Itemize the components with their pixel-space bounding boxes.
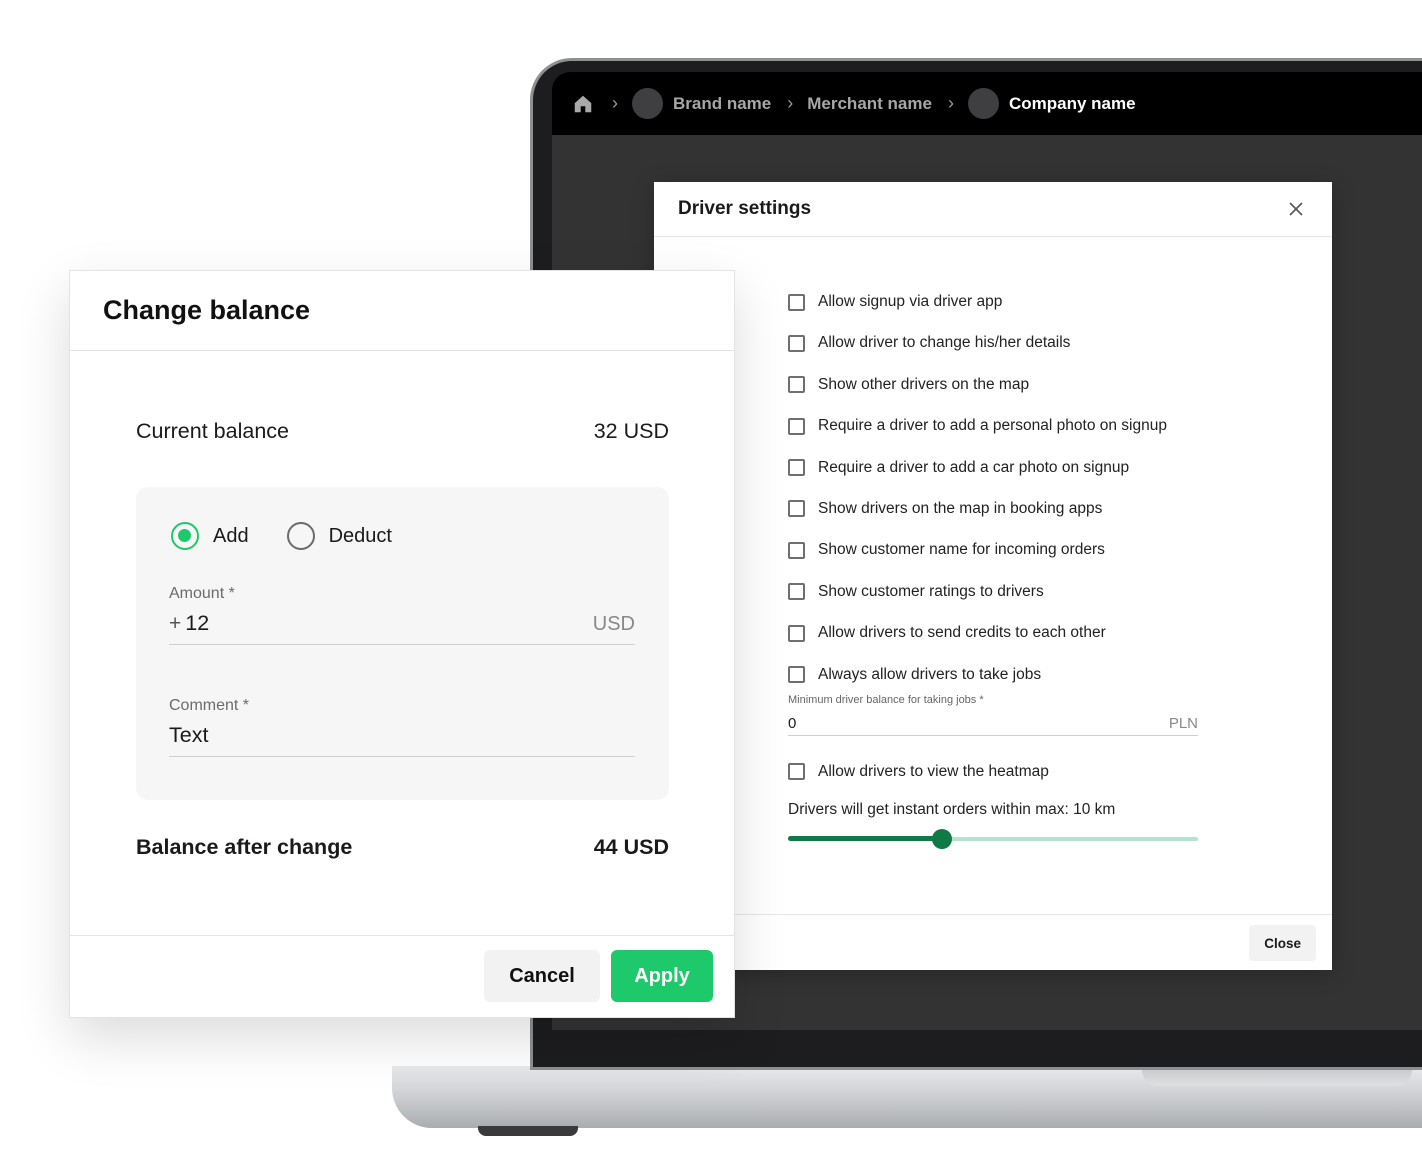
checkbox[interactable]: [788, 763, 805, 781]
amount-prefix: +: [169, 612, 182, 635]
change-balance-header: Change balance: [70, 271, 734, 351]
min-balance-label: Minimum driver balance for taking jobs *: [788, 693, 984, 706]
driver-settings-header: Driver settings: [654, 182, 1332, 237]
option-row[interactable]: Always allow drivers to take jobs: [788, 665, 1198, 685]
balance-change-panel: Add Deduct Amount * +12 USD Comment * Te…: [136, 487, 669, 800]
close-icon[interactable]: [1284, 197, 1308, 221]
driver-settings-title: Driver settings: [678, 198, 812, 219]
chevron-right-icon: ›: [947, 93, 954, 113]
radio-label-deduct: Deduct: [328, 524, 392, 547]
min-balance-unit: PLN: [1168, 714, 1198, 732]
radio-label-add: Add: [213, 524, 249, 547]
option-label: Allow signup via driver app: [818, 293, 1003, 310]
change-balance-dialog: Change balance Current balance 32 USD Ad…: [69, 270, 735, 1018]
checkbox[interactable]: [788, 541, 805, 559]
min-balance-field[interactable]: Minimum driver balance for taking jobs *…: [788, 694, 1198, 736]
option-row[interactable]: Allow driver to change his/her details: [788, 333, 1198, 353]
option-label: Require a driver to add a personal photo…: [818, 417, 1167, 435]
brand-avatar: [632, 88, 663, 119]
amount-label: Amount *: [169, 585, 235, 602]
checkbox[interactable]: [788, 500, 805, 518]
checkbox[interactable]: [788, 666, 805, 684]
driver-settings-footer: Close: [654, 914, 1332, 970]
laptop-foot: [478, 1126, 578, 1136]
amount-unit: USD: [592, 613, 635, 635]
slider-thumb[interactable]: [931, 828, 952, 849]
option-label: Require a driver to add a car photo on s…: [818, 458, 1130, 476]
option-row[interactable]: Show customer ratings to drivers: [788, 582, 1198, 602]
min-balance-input[interactable]: 0: [788, 715, 796, 732]
option-label: Show other drivers on the map: [818, 375, 1030, 393]
checkbox[interactable]: [788, 417, 805, 435]
balance-after-value: 44 USD: [593, 835, 669, 859]
option-allow-heatmap[interactable]: Allow drivers to view the heatmap: [788, 762, 1198, 782]
option-label: Show customer name for incoming orders: [818, 541, 1105, 559]
chevron-right-icon: ›: [787, 93, 794, 113]
option-label: Allow drivers to send credits to each ot…: [818, 624, 1106, 642]
distance-slider[interactable]: [788, 828, 1198, 849]
breadcrumb: › Brand name › Merchant name › Company n…: [552, 72, 1422, 135]
change-balance-footer: Cancel Apply: [70, 935, 734, 1017]
breadcrumb-company[interactable]: Company name: [1009, 94, 1136, 114]
checkbox[interactable]: [788, 583, 805, 601]
radio-deduct[interactable]: Deduct: [286, 522, 392, 550]
checkbox[interactable]: [788, 293, 805, 311]
checkbox[interactable]: [788, 459, 805, 477]
company-avatar: [967, 88, 999, 119]
chevron-right-icon: ›: [612, 93, 618, 113]
amount-field[interactable]: Amount * +12 USD: [169, 585, 635, 645]
comment-field[interactable]: Comment * Text: [169, 697, 635, 757]
home-icon[interactable]: [570, 91, 596, 117]
radio-button-deduct[interactable]: [286, 522, 315, 550]
slider-fill: [788, 835, 942, 841]
balance-after-label: Balance after change: [136, 835, 353, 859]
option-row[interactable]: Require a driver to add a car photo on s…: [788, 458, 1198, 478]
breadcrumb-merchant[interactable]: Merchant name: [807, 94, 932, 114]
option-row[interactable]: Show customer name for incoming orders: [788, 540, 1198, 560]
option-label: Show customer ratings to drivers: [818, 582, 1044, 600]
checkbox[interactable]: [788, 624, 805, 642]
amount-input[interactable]: +12: [169, 611, 209, 636]
option-label: Allow driver to change his/her details: [818, 334, 1071, 352]
comment-label: Comment *: [169, 697, 250, 714]
checkbox[interactable]: [788, 334, 805, 352]
option-row[interactable]: Require a driver to add a personal photo…: [788, 416, 1198, 436]
driver-settings-options: Allow signup via driver app Allow driver …: [788, 292, 1198, 685]
amount-value: 12: [185, 611, 210, 635]
current-balance-row: Current balance 32 USD: [136, 419, 669, 444]
option-row[interactable]: Allow drivers to send credits to each ot…: [788, 623, 1198, 643]
balance-after-row: Balance after change 44 USD: [136, 835, 669, 860]
radio-add[interactable]: Add: [171, 522, 249, 550]
current-balance-value: 32 USD: [593, 419, 669, 443]
option-label: Show drivers on the map in booking apps: [818, 499, 1103, 517]
driver-settings-dialog: Driver settings Allow signup via driver …: [654, 182, 1332, 970]
option-row[interactable]: Show other drivers on the map: [788, 375, 1198, 395]
radio-button-add[interactable]: [171, 522, 199, 550]
option-label: Allow drivers to view the heatmap: [818, 762, 1049, 780]
option-row[interactable]: Allow signup via driver app: [788, 292, 1198, 312]
option-label: Always allow drivers to take jobs: [818, 665, 1042, 683]
close-button[interactable]: Close: [1249, 925, 1316, 961]
change-balance-title: Change balance: [103, 295, 311, 325]
checkbox[interactable]: [788, 376, 805, 394]
breadcrumb-brand[interactable]: Brand name: [673, 94, 771, 114]
apply-button[interactable]: Apply: [611, 950, 713, 1002]
cancel-button[interactable]: Cancel: [484, 950, 600, 1002]
current-balance-label: Current balance: [136, 419, 289, 443]
driver-settings-body: Allow signup via driver app Allow driver …: [788, 292, 1198, 849]
slider-label: Drivers will get instant orders within m…: [788, 800, 1116, 818]
operation-radio-group: Add Deduct: [171, 522, 430, 550]
comment-input[interactable]: Text: [169, 723, 208, 748]
option-row[interactable]: Show drivers on the map in booking apps: [788, 499, 1198, 519]
